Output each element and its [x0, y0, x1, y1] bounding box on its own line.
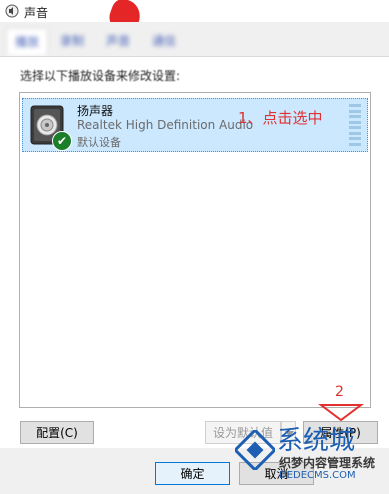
device-item-speakers[interactable]: ✔ 扬声器 Realtek High Definition Audio 默认设备…: [22, 98, 368, 152]
down-arrow-icon: [318, 404, 364, 421]
step-2-annotation: 2: [313, 384, 369, 421]
window-title: 声音: [24, 6, 49, 20]
device-list[interactable]: ✔ 扬声器 Realtek High Definition Audio 默认设备…: [19, 92, 371, 408]
cancel-button[interactable]: 取消: [239, 462, 314, 485]
title-bar: 声音: [0, 0, 389, 23]
sound-app-icon: [5, 4, 19, 18]
instruction-text: 选择以下播放设备来修改设置:: [20, 69, 181, 83]
volume-level-meter: [349, 104, 361, 146]
tab-bar: 播放 录制 声音 通信: [0, 22, 389, 56]
tab-recording[interactable]: 录制: [52, 28, 92, 54]
step-1-annotation: 1、点击选中: [238, 109, 323, 127]
configure-button[interactable]: 配置(C): [20, 421, 94, 444]
set-default-dropdown-button[interactable]: [281, 421, 296, 444]
tab-playback[interactable]: 播放: [6, 28, 49, 55]
device-status: 默认设备: [77, 136, 121, 149]
tab-communications[interactable]: 通信: [144, 28, 184, 54]
device-description: Realtek High Definition Audio: [77, 118, 254, 132]
set-default-button[interactable]: 设为默认值(S): [205, 421, 281, 463]
chevron-down-icon: [285, 431, 294, 437]
device-name: 扬声器: [77, 104, 114, 118]
tab-sounds[interactable]: 声音: [98, 28, 138, 54]
ok-button[interactable]: 确定: [155, 462, 230, 485]
properties-button[interactable]: 属性(P): [303, 421, 378, 444]
dialog-footer: 确定 取消: [0, 448, 389, 494]
tab-content-panel: 选择以下播放设备来修改设置: ✔ 扬声器 Realtek High Defini…: [0, 56, 389, 463]
default-device-check-icon: ✔: [52, 131, 72, 151]
